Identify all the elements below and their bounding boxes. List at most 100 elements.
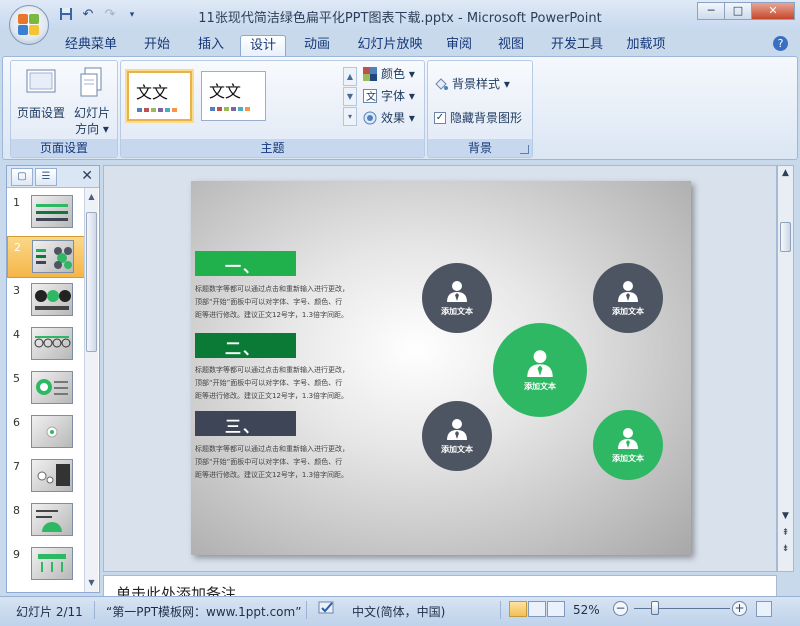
slide-thumbnail[interactable]: 4 (7, 324, 85, 366)
zoom-slider-track[interactable] (634, 608, 730, 609)
slide-number: 6 (13, 416, 20, 429)
scrollbar-thumb[interactable] (86, 212, 97, 352)
theme-effects-button[interactable]: 效果 ▾ (363, 109, 415, 127)
colors-icon (363, 67, 377, 81)
circle-center[interactable]: 添加文本 (493, 323, 587, 417)
ribbon: 页面设置 幻灯片 方向 ▾ 页面设置 文文 文文 ▲ ▼ ▾ 颜色 ▾ 文 字体… (2, 56, 798, 160)
page-setup-button[interactable]: 页面设置 (15, 67, 67, 121)
previous-slide-icon[interactable]: ⇞ (778, 528, 793, 538)
circle-top-right[interactable]: 添加文本 (593, 263, 663, 333)
notes-pane[interactable]: 单击此处添加备注 (103, 575, 777, 598)
person-icon (618, 427, 638, 449)
slide-preview (31, 283, 73, 316)
paragraph-2[interactable]: 标题数字等都可以通过点击和重新输入进行更改， 顶部“开始”面板中可以对字体、字号… (195, 364, 380, 403)
tab-review[interactable]: 审阅 (436, 35, 482, 57)
heading-bar-1[interactable]: 一、 (195, 251, 296, 276)
tab-classic-menu[interactable]: 经典菜单 (58, 35, 124, 57)
slide-preview (32, 240, 74, 273)
heading-3: 三、 (225, 417, 262, 436)
scrollbar-thumb[interactable] (780, 222, 791, 252)
tab-slide-show[interactable]: 幻灯片放映 (350, 35, 430, 57)
circle-label: 添加文本 (441, 306, 473, 316)
minimize-button[interactable]: ─ (697, 2, 725, 20)
slide-thumbnail[interactable]: 3 (7, 280, 85, 322)
slide-scrollbar[interactable]: ▲ ▼ ⇞ ⇟ (777, 165, 794, 572)
slides-tab-icon[interactable]: ▢ (11, 168, 33, 186)
office-button[interactable] (9, 5, 49, 45)
maximize-button[interactable]: □ (724, 2, 752, 20)
slide-orientation-button[interactable]: 幻灯片 方向 ▾ (69, 67, 115, 137)
hide-background-graphics[interactable]: ✓ 隐藏背景图形 (434, 109, 522, 127)
theme-fonts-button[interactable]: 文 字体 ▾ (363, 87, 415, 105)
slide-thumbnail[interactable]: 1 (7, 192, 85, 234)
circle-bottom-left[interactable]: 添加文本 (422, 401, 492, 471)
circle-top-left[interactable]: 添加文本 (422, 263, 492, 333)
slide-thumbnail[interactable]: 9 (7, 544, 85, 586)
close-button[interactable]: ✕ (751, 2, 795, 20)
fit-to-window-icon[interactable] (756, 601, 772, 617)
tab-design[interactable]: 设计 (240, 35, 286, 57)
gallery-up-icon[interactable]: ▲ (343, 67, 357, 86)
dialog-launcher-icon[interactable] (520, 145, 529, 154)
theme-thumbnail-1[interactable]: 文文 (127, 71, 192, 121)
page-setup-icon (26, 69, 56, 93)
gallery-down-icon[interactable]: ▼ (343, 87, 357, 106)
slide-number: 4 (13, 328, 20, 341)
slide-sorter-icon[interactable] (528, 601, 546, 617)
zoom-in-icon[interactable]: + (732, 601, 747, 616)
paragraph-line: 标题数字等都可以通过点击和重新输入进行更改， (195, 445, 349, 453)
slide-number: 3 (13, 284, 20, 297)
checkbox-checked-icon[interactable]: ✓ (434, 112, 446, 124)
language-indicator[interactable]: 中文(简体，中国) (352, 603, 445, 620)
zoom-out-icon[interactable]: − (613, 601, 628, 616)
zoom-slider-knob[interactable] (651, 601, 659, 615)
help-icon[interactable]: ? (773, 36, 788, 51)
slide-preview (31, 547, 73, 580)
tab-developer[interactable]: 开发工具 (544, 35, 610, 57)
window-controls: ─ □ ✕ (697, 2, 795, 20)
tab-animation[interactable]: 动画 (294, 35, 340, 57)
effects-icon (363, 111, 377, 125)
background-styles-button[interactable]: 背景样式 ▾ (434, 75, 510, 93)
slide-thumbnail[interactable]: 5 (7, 368, 85, 410)
colors-label: 颜色 ▾ (381, 67, 415, 81)
gallery-more-icon[interactable]: ▾ (343, 107, 357, 126)
next-slide-icon[interactable]: ⇟ (778, 544, 793, 554)
zoom-level[interactable]: 52% (573, 603, 600, 617)
scroll-down-icon[interactable]: ▼ (85, 576, 98, 590)
heading-bar-3[interactable]: 三、 (195, 411, 296, 436)
scroll-up-icon[interactable]: ▲ (778, 168, 793, 178)
slide-thumbnail-selected[interactable]: 2 (7, 236, 85, 278)
window-title: 11张现代简洁绿色扁平化PPT图表下载.pptx - Microsoft Pow… (198, 11, 602, 26)
theme-thumbnail-2[interactable]: 文文 (201, 71, 266, 121)
tab-insert[interactable]: 插入 (188, 35, 234, 57)
group-label-themes: 主题 (121, 139, 424, 157)
close-panel-icon[interactable]: ✕ (81, 168, 93, 184)
theme-colors-button[interactable]: 颜色 ▾ (363, 65, 415, 83)
paragraph-3[interactable]: 标题数字等都可以通过点击和重新输入进行更改， 顶部“开始”面板中可以对字体、字号… (195, 443, 380, 482)
normal-view-icon[interactable] (509, 601, 527, 617)
slide-thumbnail[interactable]: 7 (7, 456, 85, 498)
heading-bar-2[interactable]: 二、 (195, 333, 296, 358)
slide-thumbnail[interactable]: 6 (7, 412, 85, 454)
tab-home[interactable]: 开始 (134, 35, 180, 57)
paragraph-line: 顶部“开始”面板中可以对字体、字号、颜色、行 (195, 379, 343, 387)
scroll-down-icon[interactable]: ▼ (778, 511, 793, 521)
slide-preview (31, 503, 73, 536)
scroll-up-icon[interactable]: ▲ (85, 190, 98, 204)
fonts-label: 字体 ▾ (381, 89, 415, 103)
thumbnails-scrollbar[interactable]: ▲ ▼ (84, 188, 98, 592)
slide-show-icon[interactable] (547, 601, 565, 617)
outline-tab-icon[interactable]: ☰ (35, 168, 57, 186)
paragraph-1[interactable]: 标题数字等都可以通过点击和重新输入进行更改， 顶部“开始”面板中可以对字体、字号… (195, 283, 380, 322)
spell-check-icon[interactable] (318, 600, 336, 619)
tab-view[interactable]: 视图 (488, 35, 534, 57)
paragraph-line: 顶部“开始”面板中可以对字体、字号、颜色、行 (195, 298, 343, 306)
ribbon-tabs: 经典菜单 开始 插入 设计 动画 幻灯片放映 审阅 视图 开发工具 加载项 ? (0, 30, 800, 57)
theme-2-colors (210, 107, 250, 111)
tab-add-ins[interactable]: 加载项 (620, 35, 672, 57)
circle-bottom-right[interactable]: 添加文本 (593, 410, 663, 480)
group-background: 背景样式 ▾ ✓ 隐藏背景图形 背景 (427, 60, 533, 158)
slide-thumbnail[interactable]: 8 (7, 500, 85, 542)
slide-canvas[interactable]: 一、 标题数字等都可以通过点击和重新输入进行更改， 顶部“开始”面板中可以对字体… (191, 181, 691, 555)
